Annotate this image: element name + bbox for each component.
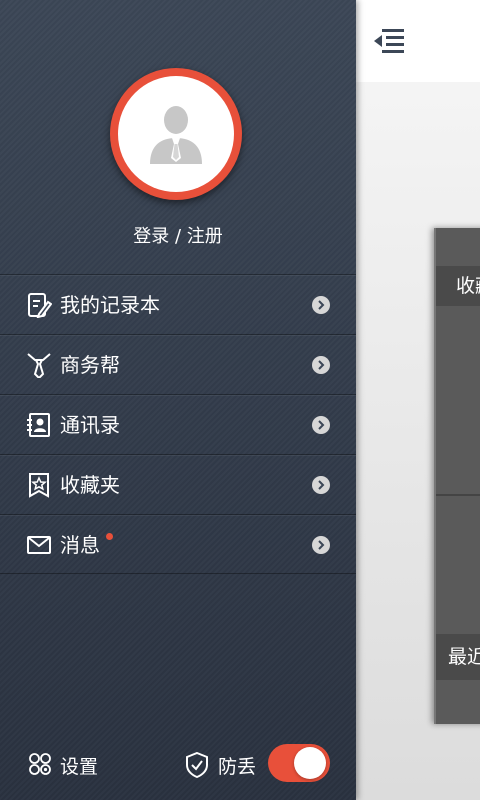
menu-collapse-icon[interactable] — [372, 26, 406, 56]
chevron-right-icon — [312, 296, 330, 314]
menu-item-contacts[interactable]: 通讯录 — [0, 394, 356, 454]
toggle-knob — [294, 747, 326, 779]
chevron-right-icon — [312, 476, 330, 494]
settings-icon[interactable] — [28, 752, 52, 776]
star-bookmark-icon — [29, 473, 49, 498]
anti-loss-toggle[interactable] — [268, 744, 330, 782]
main-content-panel: 收藏 最近 — [356, 0, 480, 800]
card-divider — [436, 494, 480, 496]
side-drawer: 登录 / 注册 我的记录本 商务帮 通讯录 收藏夹 消息 设置 防丢 — [0, 0, 356, 800]
anti-loss-label: 防丢 — [218, 756, 257, 778]
menu-item-label: 商务帮 — [60, 353, 120, 377]
tie-icon — [27, 353, 51, 378]
menu-item-label: 收藏夹 — [60, 473, 120, 497]
menu-item-notebook[interactable]: 我的记录本 — [0, 274, 356, 334]
chevron-right-icon — [312, 416, 330, 434]
content-card: 收藏 最近 — [434, 228, 480, 724]
menu-item-label: 消息 — [60, 533, 100, 557]
notebook-edit-icon — [28, 293, 52, 318]
content-top-bar — [356, 0, 480, 82]
mail-icon — [27, 536, 51, 554]
unread-badge — [106, 533, 113, 540]
menu-item-label: 通讯录 — [60, 413, 120, 437]
menu-item-messages[interactable]: 消息 — [0, 514, 356, 574]
chevron-right-icon — [312, 536, 330, 554]
avatar-placeholder — [118, 76, 234, 192]
contacts-icon — [27, 413, 50, 437]
menu-item-business[interactable]: 商务帮 — [0, 334, 356, 394]
shield-check-icon — [186, 752, 208, 778]
favorites-section-title[interactable]: 收藏 — [436, 266, 480, 306]
user-placeholder-icon — [150, 106, 202, 164]
avatar[interactable] — [110, 68, 242, 200]
menu-item-favorites[interactable]: 收藏夹 — [0, 454, 356, 514]
settings-label[interactable]: 设置 — [60, 752, 98, 779]
login-register-link[interactable]: 登录 / 注册 — [0, 222, 356, 248]
chevron-right-icon — [312, 356, 330, 374]
drawer-footer: 设置 防丢 — [0, 740, 356, 790]
drawer-menu: 我的记录本 商务帮 通讯录 收藏夹 消息 — [0, 274, 356, 574]
recent-section-title[interactable]: 最近 — [436, 634, 480, 680]
menu-item-label: 我的记录本 — [60, 293, 160, 317]
